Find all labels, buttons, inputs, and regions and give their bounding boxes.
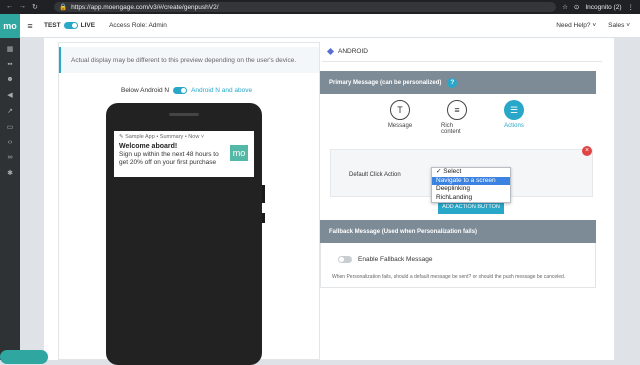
star-icon[interactable]: ☆ bbox=[562, 3, 568, 11]
fallback-header: Fallback Message (Used when Personalizat… bbox=[320, 220, 596, 243]
message-type-label: Actions bbox=[504, 123, 524, 129]
account-menu[interactable]: Sales ˅ bbox=[608, 22, 630, 29]
apps-icon[interactable]: ▪▪ bbox=[4, 61, 16, 68]
message-type-actions[interactable]: ☰ Actions bbox=[498, 100, 530, 135]
text-icon: T bbox=[390, 100, 410, 120]
fallback-toggle[interactable] bbox=[338, 256, 352, 263]
address-bar[interactable]: 🔒 https://app.moengage.com/v3/#/create/g… bbox=[54, 2, 557, 12]
chat-widget[interactable] bbox=[0, 350, 48, 364]
forward-icon[interactable]: → bbox=[19, 3, 26, 11]
message-type-label: Message bbox=[387, 123, 413, 129]
message-type-label: Rich content bbox=[441, 123, 461, 135]
close-icon[interactable]: × bbox=[582, 146, 592, 156]
chart-icon[interactable]: ↗ bbox=[4, 107, 16, 115]
message-type-message[interactable]: T Message bbox=[384, 100, 416, 135]
above-android-label: Android N and above bbox=[191, 87, 253, 94]
back-icon[interactable]: ← bbox=[6, 3, 13, 11]
access-role: Access Role: Admin bbox=[109, 22, 167, 29]
link-icon[interactable]: ∞ bbox=[4, 154, 16, 161]
phone-side-button bbox=[262, 213, 265, 223]
notification-preview: ✎ Sample App • Summary • Now ˅ Welcome a… bbox=[114, 131, 254, 177]
tab-android[interactable]: ANDROID bbox=[322, 42, 602, 62]
browser-toolbar: ← → ↻ 🔒 https://app.moengage.com/v3/#/cr… bbox=[0, 0, 640, 14]
env-test-label: TEST bbox=[44, 22, 61, 29]
android-version-toggle-row: Below Android N Android N and above bbox=[121, 87, 252, 94]
url-text: https://app.moengage.com/v3/#/create/gen… bbox=[71, 3, 219, 11]
hamburger-icon[interactable]: ≡ bbox=[20, 21, 40, 31]
notification-body: Sign up within the next 48 hours to get … bbox=[119, 151, 219, 166]
fallback-title: Fallback Message (Used when Personalizat… bbox=[329, 228, 478, 235]
logo[interactable]: mo bbox=[0, 13, 20, 38]
dropdown-option[interactable]: ✓ Select bbox=[432, 168, 510, 177]
phone-side-button bbox=[262, 185, 265, 203]
notification-meta: ✎ Sample App • Summary • Now ˅ bbox=[119, 134, 205, 140]
phone-speaker bbox=[169, 113, 199, 116]
fallback-toggle-row: Enable Fallback Message bbox=[338, 256, 432, 263]
message-type-selector: T Message ≡ Rich content ☰ Actions bbox=[384, 100, 530, 135]
preview-notice: Actual display may be different to this … bbox=[59, 47, 319, 73]
list-icon: ≡ bbox=[447, 100, 467, 120]
users-icon[interactable]: ☻ bbox=[4, 76, 16, 83]
browser-nav: ← → ↻ bbox=[0, 3, 54, 11]
fallback-note: When Personalization fails, should a def… bbox=[332, 274, 566, 280]
primary-message-title: Primary Message (can be personalized) bbox=[329, 79, 442, 86]
phone-mockup: ✎ Sample App • Summary • Now ˅ Welcome a… bbox=[106, 103, 262, 365]
extension-icon[interactable]: ⊙ bbox=[574, 3, 579, 11]
editor-panel: ANDROID Primary Message (can be personal… bbox=[320, 42, 602, 360]
click-action-dropdown[interactable]: ✓ Select Navigate to a screen Deeplinkin… bbox=[431, 167, 511, 203]
actions-icon: ☰ bbox=[504, 100, 524, 120]
default-click-action-label: Default Click Action bbox=[349, 172, 401, 178]
gear-icon[interactable]: ✱ bbox=[4, 169, 16, 177]
lock-icon: 🔒 bbox=[59, 4, 68, 11]
preview-panel: Actual display may be different to this … bbox=[58, 42, 320, 365]
menu-icon[interactable]: ⋮ bbox=[628, 3, 635, 11]
primary-message-header: Primary Message (can be personalized) ? bbox=[320, 71, 596, 94]
megaphone-icon[interactable]: ◀ bbox=[4, 91, 16, 99]
code-icon[interactable]: ‹› bbox=[4, 139, 16, 146]
dropdown-option[interactable]: Deeplinking bbox=[432, 185, 510, 194]
env-live-label: LIVE bbox=[80, 22, 96, 29]
below-android-label: Below Android N bbox=[121, 87, 170, 94]
notification-image: mo bbox=[230, 145, 248, 161]
message-type-rich-content[interactable]: ≡ Rich content bbox=[441, 100, 473, 135]
profile-label[interactable]: Incognito (2) bbox=[585, 4, 621, 11]
tab-android-label: ANDROID bbox=[338, 48, 368, 55]
android-icon bbox=[326, 47, 335, 56]
cart-icon[interactable]: ▭ bbox=[4, 123, 16, 131]
android-version-toggle[interactable] bbox=[173, 87, 188, 94]
dropdown-option[interactable]: Navigate to a screen bbox=[432, 176, 510, 185]
sidebar: ▦ ▪▪ ☻ ◀ ↗ ▭ ‹› ∞ ✱ bbox=[0, 38, 20, 360]
dropdown-option[interactable]: RichLanding bbox=[432, 194, 510, 203]
help-icon[interactable]: ? bbox=[447, 77, 458, 88]
fallback-toggle-label: Enable Fallback Message bbox=[358, 256, 433, 263]
grid-icon[interactable]: ▦ bbox=[4, 45, 16, 53]
main-content: Actual display may be different to this … bbox=[44, 38, 614, 365]
env-toggle[interactable] bbox=[63, 22, 78, 29]
help-menu[interactable]: Need Help? ˅ bbox=[556, 22, 596, 29]
reload-icon[interactable]: ↻ bbox=[32, 3, 38, 11]
app-header: mo ≡ TEST LIVE Access Role: Admin Need H… bbox=[0, 13, 640, 38]
